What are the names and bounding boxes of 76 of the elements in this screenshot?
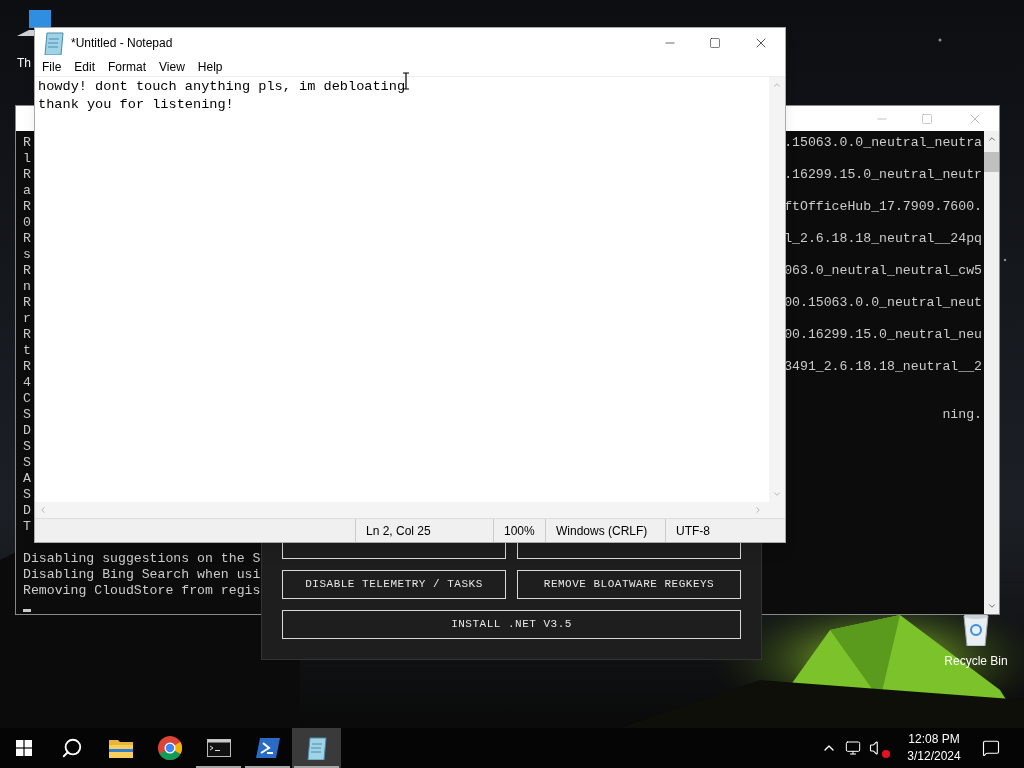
- console-line: t: [23, 343, 31, 359]
- terminal-icon: [206, 739, 231, 757]
- scrollbar[interactable]: [984, 131, 999, 614]
- icon-label: Recycle Bin: [944, 653, 1008, 670]
- action-button[interactable]: INSTALL .NET V3.5: [282, 610, 741, 639]
- console-line: a: [23, 183, 31, 199]
- console-line: 0: [23, 215, 31, 231]
- menu-item[interactable]: File: [36, 57, 68, 76]
- console-line: R: [23, 135, 31, 151]
- console-line: s: [23, 247, 31, 263]
- console-line: A: [23, 471, 31, 487]
- console-line: T: [23, 519, 31, 535]
- menu-item[interactable]: Help: [191, 57, 229, 76]
- console-line: n: [23, 279, 31, 295]
- text-cursor: [23, 609, 31, 612]
- window-title: *Untitled - Notepad: [71, 34, 173, 52]
- console-line: R: [23, 359, 31, 375]
- console-line: R: [23, 327, 31, 343]
- notepad-icon: [43, 30, 65, 55]
- scrollbar-thumb[interactable]: [984, 152, 999, 172]
- console-line: l_2.6.18.18_neutral__24pq: [784, 231, 982, 247]
- console-line: 3491_2.6.18.18_neutral__2: [784, 359, 982, 375]
- notepad-icon: [305, 736, 328, 760]
- browser-icon: [157, 736, 182, 760]
- notification-icon[interactable]: [982, 739, 1000, 757]
- status-field: 100%: [493, 519, 545, 542]
- console-line: Disabling suggestions on the S: [23, 551, 261, 567]
- windows-icon: [16, 740, 32, 756]
- icon-label: Th: [17, 55, 31, 72]
- console-line: 00.16299.15.0_neutral_neu: [784, 327, 982, 343]
- text-line: howdy! dont touch anything pls, im debloating: [38, 78, 406, 96]
- clock-time[interactable]: 12:08 PM: [908, 731, 960, 748]
- text-cursor-icon: [402, 72, 410, 90]
- status-field: Windows (CRLF): [545, 519, 665, 542]
- console-line: D: [23, 423, 31, 439]
- console-line: C: [23, 391, 31, 407]
- console-line: Disabling Bing Search when usi: [23, 567, 261, 583]
- console-line: 4: [23, 375, 31, 391]
- console-line: S: [23, 407, 31, 423]
- console-line: R: [23, 231, 31, 247]
- clock-date[interactable]: 3/12/2024: [907, 748, 961, 765]
- action-button[interactable]: DISABLE TELEMETRY / TASKS: [282, 570, 506, 599]
- menu-item[interactable]: View: [153, 57, 191, 76]
- console-line: R: [23, 199, 31, 215]
- console-line: 063.0_neutral_neutral_cw5: [784, 263, 982, 279]
- console-line: R: [23, 167, 31, 183]
- scroll-down-icon[interactable]: [986, 601, 997, 611]
- console-line: R: [23, 263, 31, 279]
- scroll-up-icon[interactable]: [986, 134, 997, 144]
- console-line: R: [23, 295, 31, 311]
- maximize-icon[interactable]: [709, 36, 721, 49]
- menu-item[interactable]: Edit: [68, 57, 102, 76]
- powershell-icon: [255, 738, 280, 758]
- console-line: .15063.0.0_neutral_neutra: [784, 135, 982, 151]
- console-line: S: [23, 487, 31, 503]
- menu-item[interactable]: Format: [102, 57, 153, 76]
- folder-icon: [108, 738, 133, 758]
- taskbar-app[interactable]: [292, 728, 341, 768]
- console-line: r: [23, 311, 31, 327]
- search-icon: [61, 737, 83, 759]
- text-area[interactable]: howdy! dont touch anything pls, im debloating thank you for listening!: [35, 77, 769, 502]
- console-line: .16299.15.0_neutral_neutr: [784, 167, 982, 183]
- status-field: UTF-8: [665, 519, 777, 542]
- network-icon[interactable]: [845, 740, 861, 756]
- console-line: S: [23, 455, 31, 471]
- console-line: ftOfficeHub_17.7909.7600.: [784, 199, 982, 215]
- recycle-bin-icon[interactable]: [960, 612, 992, 646]
- text-line: thank you for listening!: [38, 96, 234, 114]
- console-line: l: [23, 151, 31, 167]
- status-field: Ln 2, Col 25: [355, 519, 493, 542]
- console-line: Removing CloudStore from regis: [23, 583, 261, 599]
- console-line: S: [23, 439, 31, 455]
- console-line: 00.15063.0.0_neutral_neut: [784, 295, 982, 311]
- console-line: ning.: [942, 407, 982, 423]
- console-line: D: [23, 503, 31, 519]
- action-button[interactable]: REMOVE BLOATWARE REGKEYS: [517, 570, 741, 599]
